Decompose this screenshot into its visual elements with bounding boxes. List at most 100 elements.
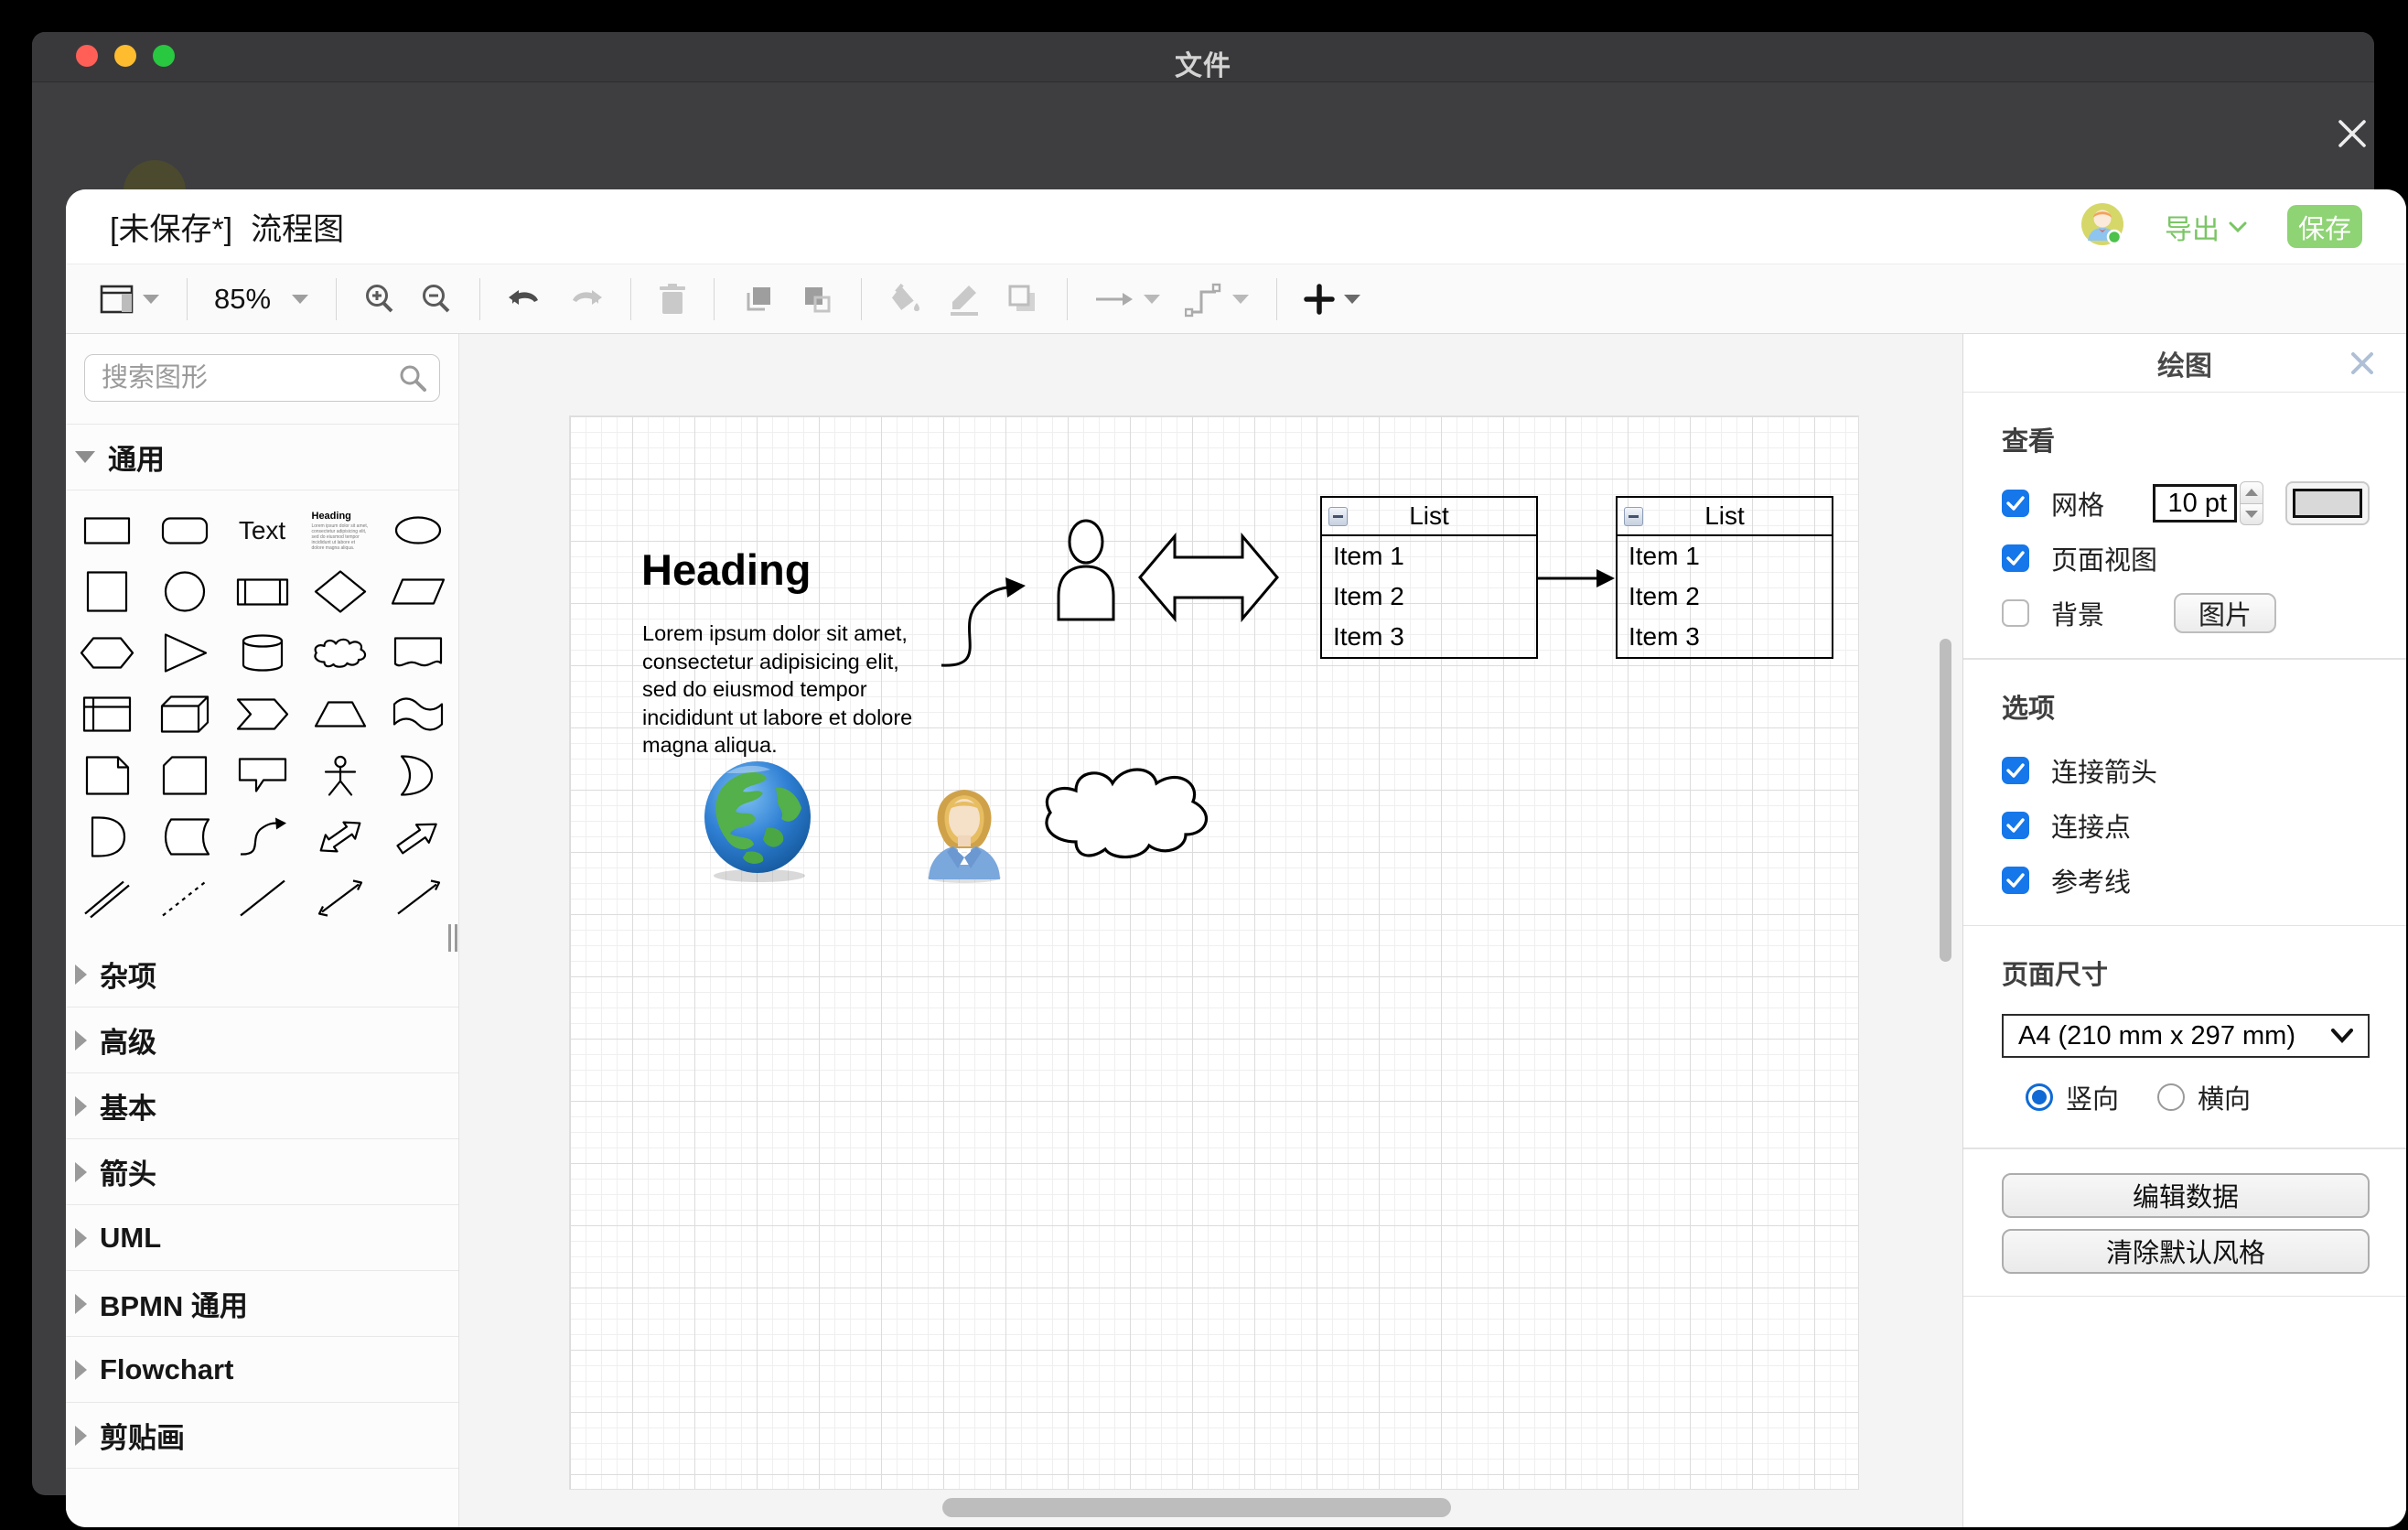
user-avatar[interactable] (2080, 202, 2124, 251)
shape-document[interactable] (379, 622, 457, 684)
shape-internal-storage[interactable] (68, 684, 145, 745)
shape-bidirectional-connector[interactable] (301, 867, 379, 929)
list-item[interactable]: Item 2 (1618, 576, 1832, 617)
connection-icon[interactable] (1082, 274, 1173, 325)
sidebar-section-0[interactable]: 杂项 (66, 942, 458, 1007)
to-front-icon[interactable] (729, 274, 788, 325)
shape-rounded-rectangle[interactable] (145, 500, 223, 561)
fill-color-icon[interactable] (876, 274, 935, 325)
shape-square[interactable] (68, 561, 145, 622)
shape-line[interactable] (223, 867, 301, 929)
canvas-paragraph-text[interactable]: Lorem ipsum dolor sit amet, consectetur … (642, 620, 917, 760)
shape-card[interactable] (145, 745, 223, 806)
option-checkbox[interactable] (2002, 867, 2029, 894)
shape-callout[interactable] (223, 745, 301, 806)
sidebar-section-general[interactable]: 通用 (66, 425, 458, 490)
export-button[interactable]: 导出 (2165, 207, 2247, 247)
page-size-select[interactable]: A4 (210 mm x 297 mm) (2002, 1014, 2370, 1058)
search-input[interactable] (84, 354, 440, 402)
sidebar-section-4[interactable]: UML (66, 1205, 458, 1271)
shape-dotted-line[interactable] (145, 867, 223, 929)
shape-parallelogram[interactable] (379, 561, 457, 622)
vertical-scrollbar[interactable] (1940, 639, 1951, 962)
panel-close-icon[interactable] (2346, 347, 2379, 380)
globe-clipart[interactable] (699, 760, 820, 883)
canvas-heading-text[interactable]: Heading (641, 544, 811, 595)
list-shape-1[interactable]: ListItem 1Item 2Item 3 (1616, 496, 1833, 659)
zoom-out-icon[interactable] (408, 274, 465, 325)
stepper-up-icon[interactable] (2240, 481, 2263, 504)
sidebar-section-7[interactable]: 剪贴画 (66, 1403, 458, 1469)
grid-checkbox[interactable] (2002, 490, 2029, 517)
list-item[interactable]: Item 1 (1322, 536, 1536, 576)
sidebar-section-6[interactable]: Flowchart (66, 1337, 458, 1403)
zoom-in-icon[interactable] (351, 274, 408, 325)
list-item[interactable]: Item 2 (1322, 576, 1536, 617)
shape-curve[interactable] (223, 806, 301, 867)
shape-triangle[interactable] (145, 622, 223, 684)
shape-step[interactable] (223, 684, 301, 745)
shape-tape[interactable] (379, 684, 457, 745)
shape-cube[interactable] (145, 684, 223, 745)
image-button[interactable]: 图片 (2174, 593, 2276, 633)
grid-size-stepper[interactable] (2240, 481, 2263, 525)
shape-actor[interactable] (301, 745, 379, 806)
shape-arrow[interactable] (379, 806, 457, 867)
shape-directional-connector[interactable] (379, 867, 457, 929)
sidebar-section-3[interactable]: 箭头 (66, 1139, 458, 1205)
shape-note[interactable] (68, 745, 145, 806)
search-input-field[interactable] (102, 363, 392, 393)
option-checkbox[interactable] (2002, 757, 2029, 784)
line-color-icon[interactable] (935, 274, 994, 325)
delete-icon[interactable] (646, 274, 699, 325)
page-view-checkbox[interactable] (2002, 544, 2029, 572)
shape-circle[interactable] (145, 561, 223, 622)
landscape-radio[interactable] (2157, 1083, 2185, 1111)
shape-bidirectional-arrow[interactable] (301, 806, 379, 867)
shape-text[interactable]: Text (223, 500, 301, 561)
shape-data-storage[interactable] (145, 806, 223, 867)
shadow-icon[interactable] (994, 274, 1052, 325)
option-checkbox[interactable] (2002, 812, 2029, 839)
diagram-page[interactable]: Heading Lorem ipsum dolor sit amet, cons… (569, 415, 1859, 1490)
collapse-minus-icon[interactable] (1328, 507, 1348, 526)
undo-icon[interactable] (495, 274, 555, 325)
sidebar-section-2[interactable]: 基本 (66, 1073, 458, 1139)
list-item[interactable]: Item 1 (1618, 536, 1832, 576)
shape-diamond[interactable] (301, 561, 379, 622)
shape-or[interactable] (379, 745, 457, 806)
sidebar-splitter-handle[interactable] (446, 920, 459, 956)
diagram-canvas[interactable]: Heading Lorem ipsum dolor sit amet, cons… (459, 334, 1962, 1527)
shape-hexagon[interactable] (68, 622, 145, 684)
page-view-toggle-icon[interactable] (88, 274, 172, 325)
shape-heading-textblock[interactable]: HeadingLorem ipsum dolor sit amet, conse… (301, 500, 379, 561)
shape-link[interactable] (68, 867, 145, 929)
waypoints-icon[interactable] (1173, 274, 1262, 325)
zoom-level-dropdown[interactable]: 85% (202, 274, 321, 325)
background-checkbox[interactable] (2002, 599, 2029, 627)
sidebar-section-1[interactable]: 高级 (66, 1007, 458, 1073)
shape-and[interactable] (68, 806, 145, 867)
insert-plus-icon[interactable] (1292, 274, 1373, 325)
redo-icon[interactable] (555, 274, 616, 325)
save-button[interactable]: 保存 (2287, 205, 2362, 248)
close-x-icon[interactable] (2327, 108, 2378, 159)
curved-arrow-shape[interactable] (936, 570, 1038, 673)
portrait-radio[interactable] (2026, 1083, 2053, 1111)
shape-cloud[interactable] (301, 622, 379, 684)
double-arrow-shape[interactable] (1137, 530, 1280, 625)
list-item[interactable]: Item 3 (1618, 617, 1832, 657)
clear-default-style-button[interactable]: 清除默认风格 (2002, 1229, 2370, 1274)
shape-cylinder[interactable] (223, 622, 301, 684)
grid-color-swatch[interactable] (2285, 481, 2370, 525)
shape-rectangle[interactable] (68, 500, 145, 561)
list-item[interactable]: Item 3 (1322, 617, 1536, 657)
stepper-down-icon[interactable] (2240, 504, 2263, 526)
edit-data-button[interactable]: 编辑数据 (2002, 1173, 2370, 1218)
shape-ellipse[interactable] (379, 500, 457, 561)
to-back-icon[interactable] (788, 274, 846, 325)
sidebar-section-5[interactable]: BPMN 通用 (66, 1271, 458, 1337)
person-shape[interactable] (1055, 519, 1117, 621)
connector-arrow[interactable] (1538, 565, 1617, 592)
woman-clipart[interactable] (919, 777, 1009, 883)
